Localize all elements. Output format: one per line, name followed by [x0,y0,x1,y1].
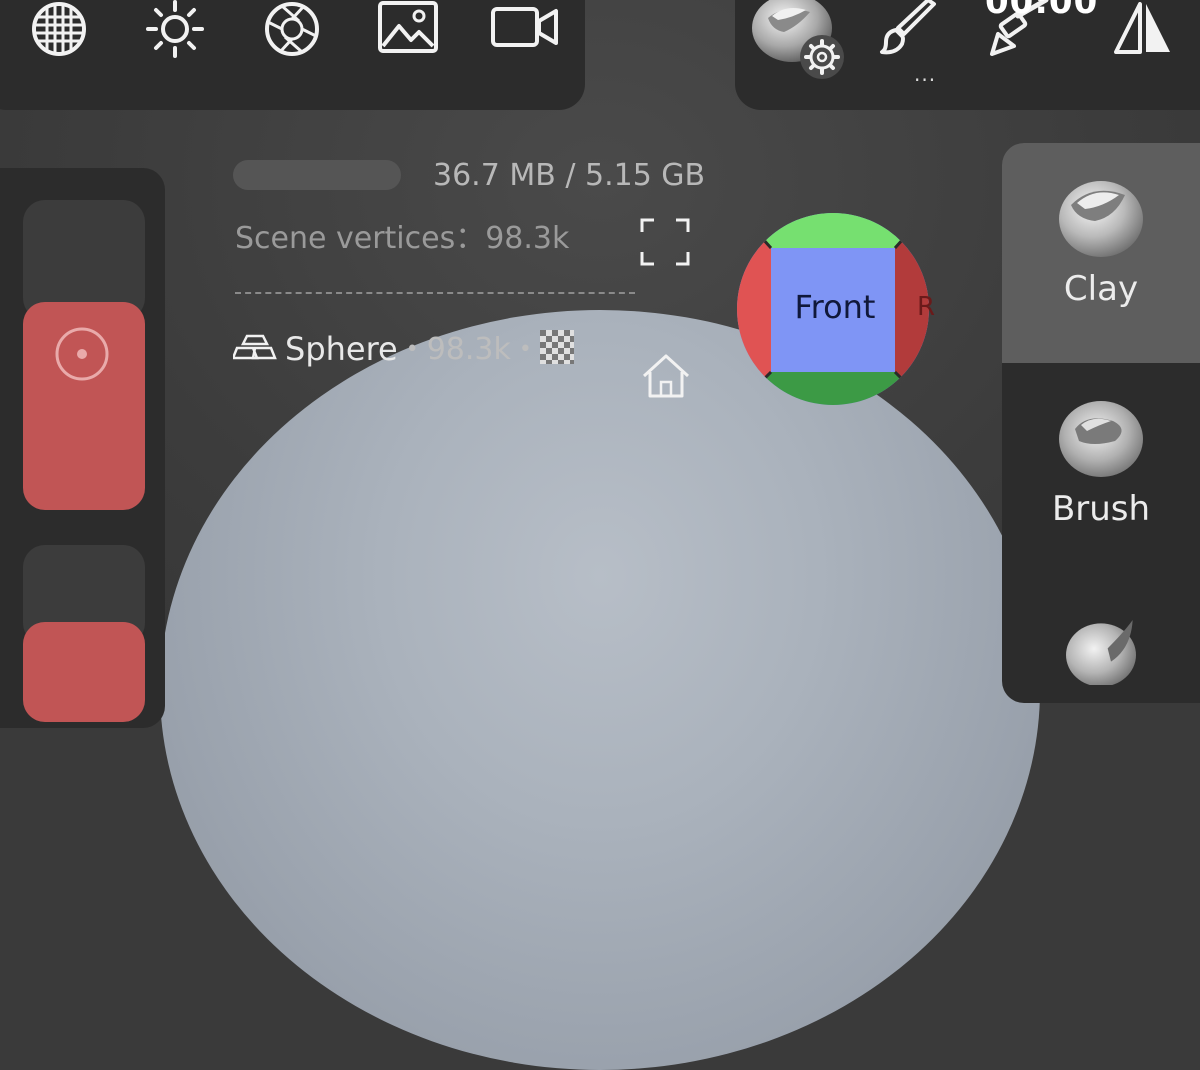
view-cube-right-label: R [917,292,936,322]
object-info-row[interactable]: Sphere • 98.3k • [231,330,574,368]
clay-tool-icon [1059,181,1143,257]
tool-clay[interactable]: Clay [1002,143,1200,363]
checker-icon[interactable] [539,330,574,368]
scene-vertices: Scene vertices：98.3k [235,221,570,256]
tool-brush-label: Brush [1051,489,1151,529]
paint-brush-icon[interactable] [878,0,940,56]
target-circle-icon[interactable] [53,325,111,383]
tool-brush[interactable]: Brush [1002,395,1200,575]
more-options[interactable]: ... [914,62,936,86]
symmetry-icon[interactable] [1112,2,1174,56]
object-vertices: 98.3k [426,331,511,367]
timer: 00:00 [985,0,1099,22]
object-name: Sphere [285,330,398,368]
memory-usage: 36.7 MB / 5.15 GB [433,158,706,193]
aperture-icon[interactable] [262,0,322,58]
video-camera-icon[interactable] [490,5,560,49]
separator: • [518,336,532,362]
sun-icon[interactable] [145,0,205,58]
view-cube-front-label: Front [794,288,876,326]
view-cube-left [737,213,771,405]
image-icon[interactable] [377,0,439,54]
separator: • [405,336,419,362]
view-cube[interactable]: Front R [735,210,935,408]
settings-gear-icon[interactable] [800,35,844,79]
divider [235,292,635,294]
view-cube-bottom [737,372,929,405]
mesh-stack-icon [231,332,277,366]
memory-bar [233,160,401,190]
fullscreen-icon[interactable] [640,218,690,266]
sphere-mesh[interactable] [160,310,1040,1070]
brush-intensity-slider[interactable] [23,622,145,722]
brush-tool-icon [1059,401,1143,477]
tool-clay-label: Clay [1063,269,1139,309]
grid-sphere-icon[interactable] [30,0,88,58]
home-icon[interactable] [640,352,692,400]
